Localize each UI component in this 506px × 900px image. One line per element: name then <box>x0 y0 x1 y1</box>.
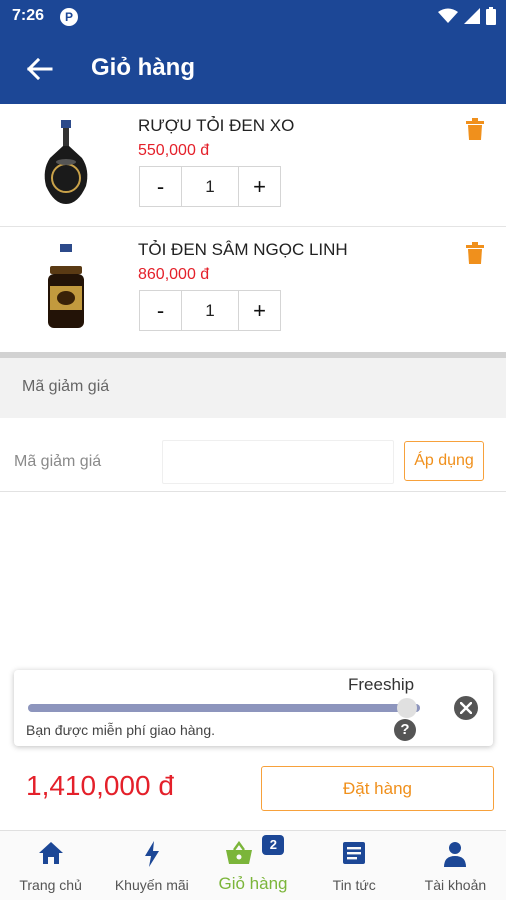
quantity-stepper: - 1 + <box>139 166 281 207</box>
increment-button[interactable]: + <box>239 291 280 330</box>
close-x-glyph <box>460 702 472 714</box>
decrement-button[interactable]: - <box>140 167 181 206</box>
trash-icon <box>466 242 484 264</box>
product-name: TỎI ĐEN SÂM NGỌC LINH <box>138 240 348 259</box>
trash-icon <box>466 118 484 140</box>
nav-label: Giỏ hàng <box>218 874 288 893</box>
status-bar: 7:26 P <box>0 0 506 34</box>
coupon-section-header: Mã giảm giá <box>0 358 506 418</box>
product-name: RƯỢU TỎI ĐEN XO <box>138 116 295 135</box>
place-order-button[interactable]: Đặt hàng <box>261 766 494 811</box>
lightning-icon <box>144 841 159 867</box>
basket-icon <box>225 841 252 864</box>
cart-count-badge: 2 <box>262 835 285 855</box>
nav-item-account[interactable]: Tài khoản <box>405 831 506 900</box>
coupon-section-title: Mã giảm giá <box>22 378 110 395</box>
freeship-progress-fill <box>28 704 420 712</box>
product-price: 860,000 đ <box>138 266 210 283</box>
wifi-icon <box>438 8 458 23</box>
freeship-card: Freeship Bạn được miễn phí giao hàng. ? <box>14 670 493 746</box>
arrow-left-icon <box>27 58 53 80</box>
coupon-input[interactable] <box>162 440 394 484</box>
signal-icon <box>464 8 480 24</box>
nav-item-news[interactable]: Tin tức <box>304 831 405 900</box>
account-icon <box>444 842 467 867</box>
quantity-value[interactable]: 1 <box>181 291 239 330</box>
order-total: 1,410,000 đ <box>26 770 174 801</box>
freeship-progress-bar <box>28 704 420 712</box>
status-time: 7:26 <box>12 7 45 24</box>
page-title: Giỏ hàng <box>91 54 195 81</box>
garlic-jar-image <box>48 244 84 328</box>
cart-item: TỎI ĐEN SÂM NGỌC LINH 860,000 đ - 1 + <box>0 228 506 351</box>
freeship-title: Freeship <box>348 675 415 694</box>
bottom-nav: Trang chủ Khuyến mãi 2 Giỏ hàng Tin tức … <box>0 830 506 900</box>
help-icon[interactable]: ? <box>394 719 416 741</box>
delete-button[interactable] <box>466 242 484 269</box>
nav-label: Trang chủ <box>19 877 82 893</box>
app-bar: Giỏ hàng <box>0 34 506 104</box>
nav-label: Khuyến mãi <box>114 877 189 893</box>
nav-label: Tài khoản <box>424 877 487 893</box>
quantity-stepper: - 1 + <box>139 290 281 331</box>
nav-item-cart[interactable]: 2 Giỏ hàng <box>202 831 303 900</box>
coupon-row: Mã giảm giá Áp dụng <box>0 418 506 492</box>
battery-icon <box>486 7 496 25</box>
progress-knob <box>397 698 417 718</box>
product-price: 550,000 đ <box>138 142 210 159</box>
increment-button[interactable]: + <box>239 167 280 206</box>
wine-bottle-image <box>44 120 88 204</box>
status-icons <box>438 7 496 25</box>
freeship-message: Bạn được miễn phí giao hàng. <box>26 722 216 738</box>
nav-item-promotions[interactable]: Khuyến mãi <box>101 831 202 900</box>
quantity-value[interactable]: 1 <box>181 167 239 206</box>
product-image-jar[interactable] <box>20 238 112 338</box>
delete-button[interactable] <box>466 118 484 145</box>
back-button[interactable] <box>24 54 56 84</box>
nav-item-home[interactable]: Trang chủ <box>0 831 101 900</box>
decrement-button[interactable]: - <box>140 291 181 330</box>
close-icon[interactable] <box>454 696 478 720</box>
cart-item: RƯỢU TỎI ĐEN XO 550,000 đ - 1 + <box>0 104 506 227</box>
product-image-wine-bottle[interactable] <box>20 114 112 214</box>
notification-app-icon: P <box>60 8 78 26</box>
news-icon <box>343 842 366 864</box>
nav-label: Tin tức <box>332 877 376 893</box>
apply-coupon-button[interactable]: Áp dụng <box>404 441 484 481</box>
home-icon <box>38 842 63 864</box>
coupon-field-label: Mã giảm giá <box>14 453 102 470</box>
